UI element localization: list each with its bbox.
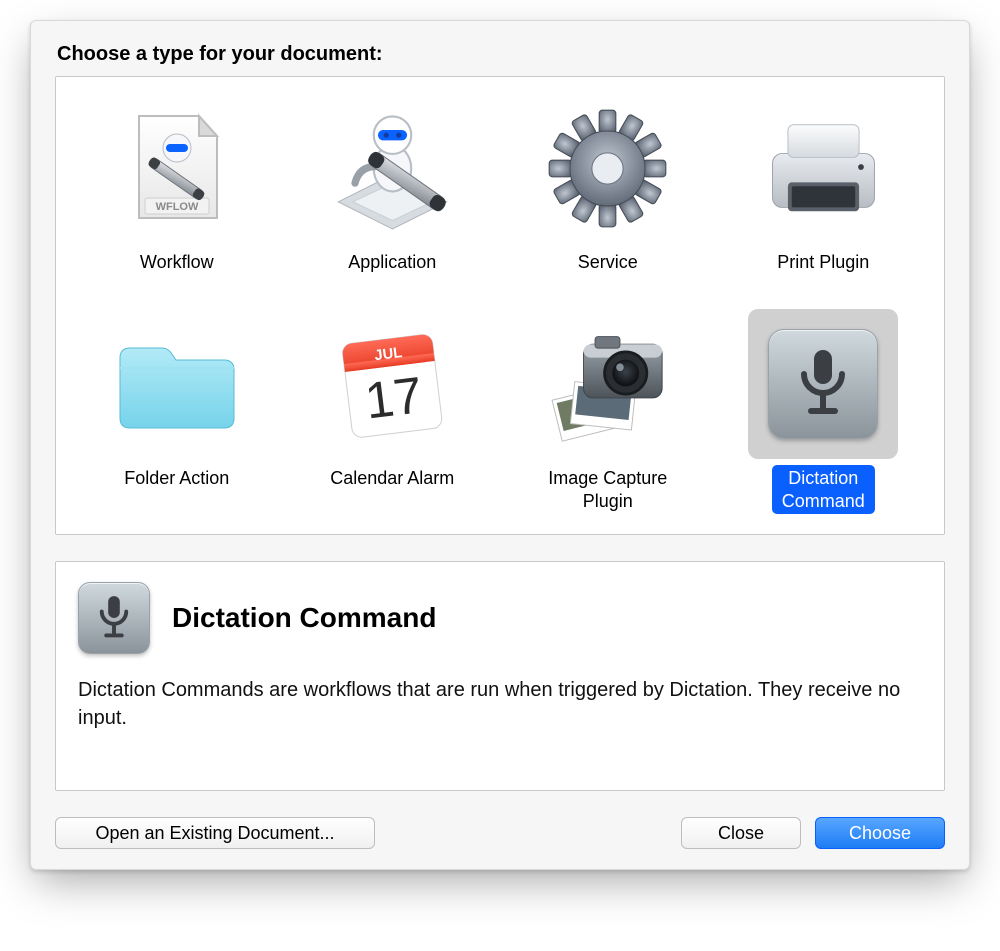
dictation-icon — [748, 309, 898, 459]
detail-title: Dictation Command — [172, 602, 436, 634]
type-label: Folder Action — [114, 465, 239, 513]
footer: Open an Existing Document... Close Choos… — [55, 817, 945, 849]
type-grid: WFLOW Workflow — [74, 89, 926, 514]
application-icon — [317, 93, 467, 243]
folder-icon — [102, 309, 252, 459]
type-folder-action[interactable]: Folder Action — [82, 305, 272, 514]
type-dictation-command[interactable]: Dictation Command — [728, 305, 918, 514]
workflow-icon: WFLOW — [102, 93, 252, 243]
type-label: Image Capture Plugin — [538, 465, 677, 514]
service-icon — [533, 93, 683, 243]
printer-icon — [748, 93, 898, 243]
new-document-sheet: Choose a type for your document: — [30, 20, 970, 870]
detail-icon — [78, 582, 150, 654]
sheet-title: Choose a type for your document: — [57, 43, 945, 66]
type-label: Dictation Command — [772, 465, 875, 514]
type-calendar-alarm[interactable]: JUL 17 Calendar Alarm — [297, 305, 487, 514]
type-workflow[interactable]: WFLOW Workflow — [82, 89, 272, 297]
close-button[interactable]: Close — [681, 817, 801, 849]
detail-description: Dictation Commands are workflows that ar… — [78, 676, 922, 732]
svg-text:17: 17 — [362, 366, 425, 430]
type-label: Calendar Alarm — [320, 465, 464, 513]
choose-button[interactable]: Choose — [815, 817, 945, 849]
detail-panel: Dictation Command Dictation Commands are… — [55, 561, 945, 791]
svg-text:JUL: JUL — [374, 345, 404, 364]
type-application[interactable]: Application — [297, 89, 487, 297]
calendar-icon: JUL 17 — [317, 309, 467, 459]
type-label: Service — [568, 249, 648, 297]
type-service[interactable]: Service — [513, 89, 703, 297]
type-label: Application — [338, 249, 446, 297]
open-existing-button[interactable]: Open an Existing Document... — [55, 817, 375, 849]
type-print-plugin[interactable]: Print Plugin — [728, 89, 918, 297]
type-label: Workflow — [130, 249, 224, 297]
wflow-badge-text: WFLOW — [155, 201, 198, 213]
type-image-capture-plugin[interactable]: Image Capture Plugin — [513, 305, 703, 514]
type-label: Print Plugin — [767, 249, 879, 297]
type-grid-box: WFLOW Workflow — [55, 76, 945, 535]
image-capture-icon — [533, 309, 683, 459]
